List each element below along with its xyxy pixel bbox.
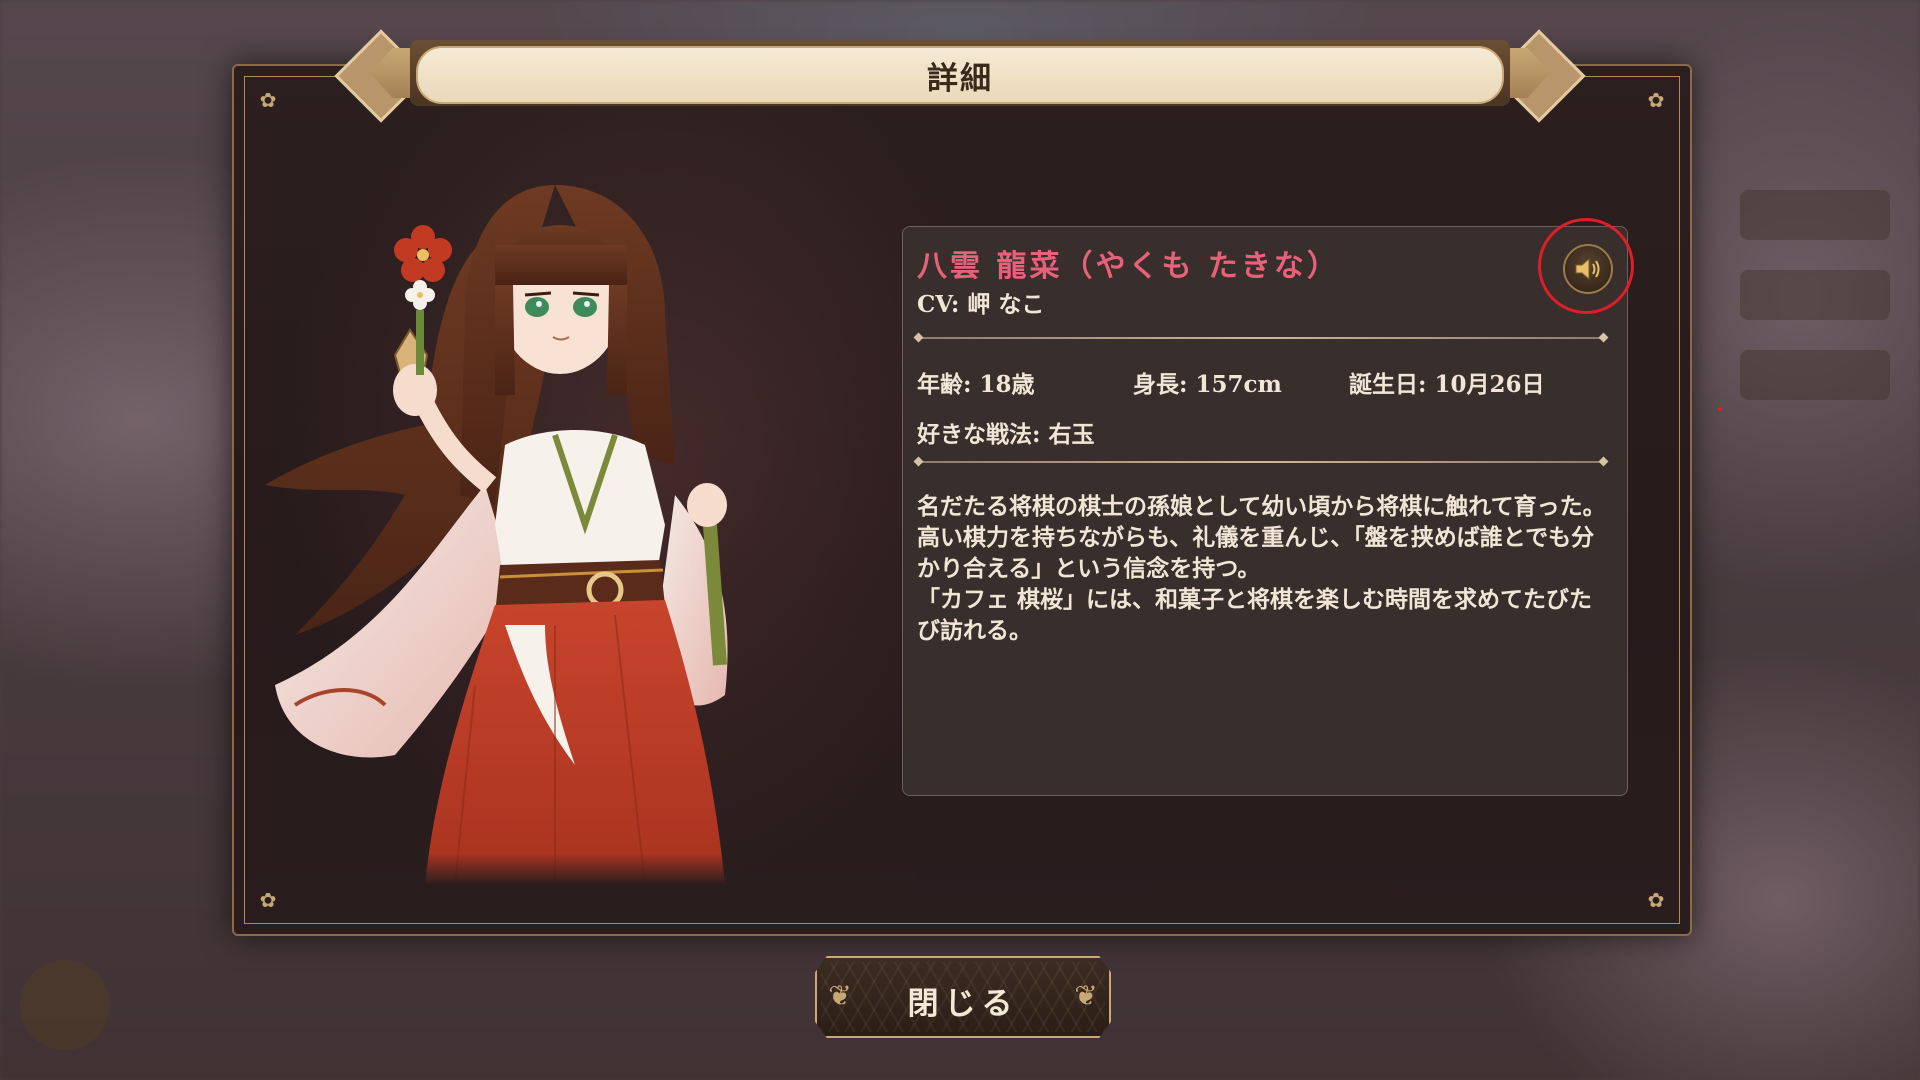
character-info-panel: 八雲 龍菜（やくも たきな） CV: 岬 なこ 年齢: 18歳 身長: 157c… — [902, 226, 1628, 796]
bio-paragraph: 名だたる将棋の棋士の孫娘として幼い頃から将棋に触れて育った。 — [917, 493, 1606, 520]
character-height: 身長: 157cm — [1133, 371, 1282, 398]
marker-dot — [1718, 407, 1722, 411]
divider — [917, 461, 1605, 463]
close-button-label: 閉じる — [907, 986, 1019, 1022]
sakura-flower-icon: ✿ — [1647, 888, 1665, 912]
divider — [917, 337, 1605, 339]
character-birthday: 誕生日: 10月26日 — [1349, 371, 1545, 398]
character-portrait — [255, 185, 915, 885]
voice-actor: CV: 岬 なこ — [917, 291, 1045, 318]
favorite-tactic: 好きな戦法: 右玉 — [917, 421, 1095, 448]
bio-paragraph: 「カフェ 棋桜」には、和菓子と将棋を楽しむ時間を求めてたびたび訪れる。 — [917, 586, 1593, 644]
character-name: 八雲 龍菜（やくも たきな） — [917, 249, 1340, 284]
sakura-flower-icon: ✿ — [259, 88, 277, 112]
speaker-icon — [1575, 257, 1600, 281]
voice-play-button[interactable] — [1563, 244, 1613, 294]
character-bio: 名だたる将棋の棋士の孫娘として幼い頃から将棋に触れて育った。 高い棋力を持ちなが… — [917, 491, 1607, 646]
bio-paragraph: 高い棋力を持ちながらも、礼儀を重んじ、「盤を挟めば誰とでも分かり合える」という信… — [917, 524, 1595, 582]
dialog-title: 詳細 — [927, 61, 993, 97]
title-banner: 詳細 — [334, 29, 1586, 123]
character-age: 年齢: 18歳 — [917, 371, 1035, 398]
sakura-flower-icon: ✿ — [259, 888, 277, 912]
close-button[interactable]: ❦ ❦ 閉じる — [815, 956, 1111, 1038]
sakura-flower-icon: ✿ — [1647, 88, 1665, 112]
